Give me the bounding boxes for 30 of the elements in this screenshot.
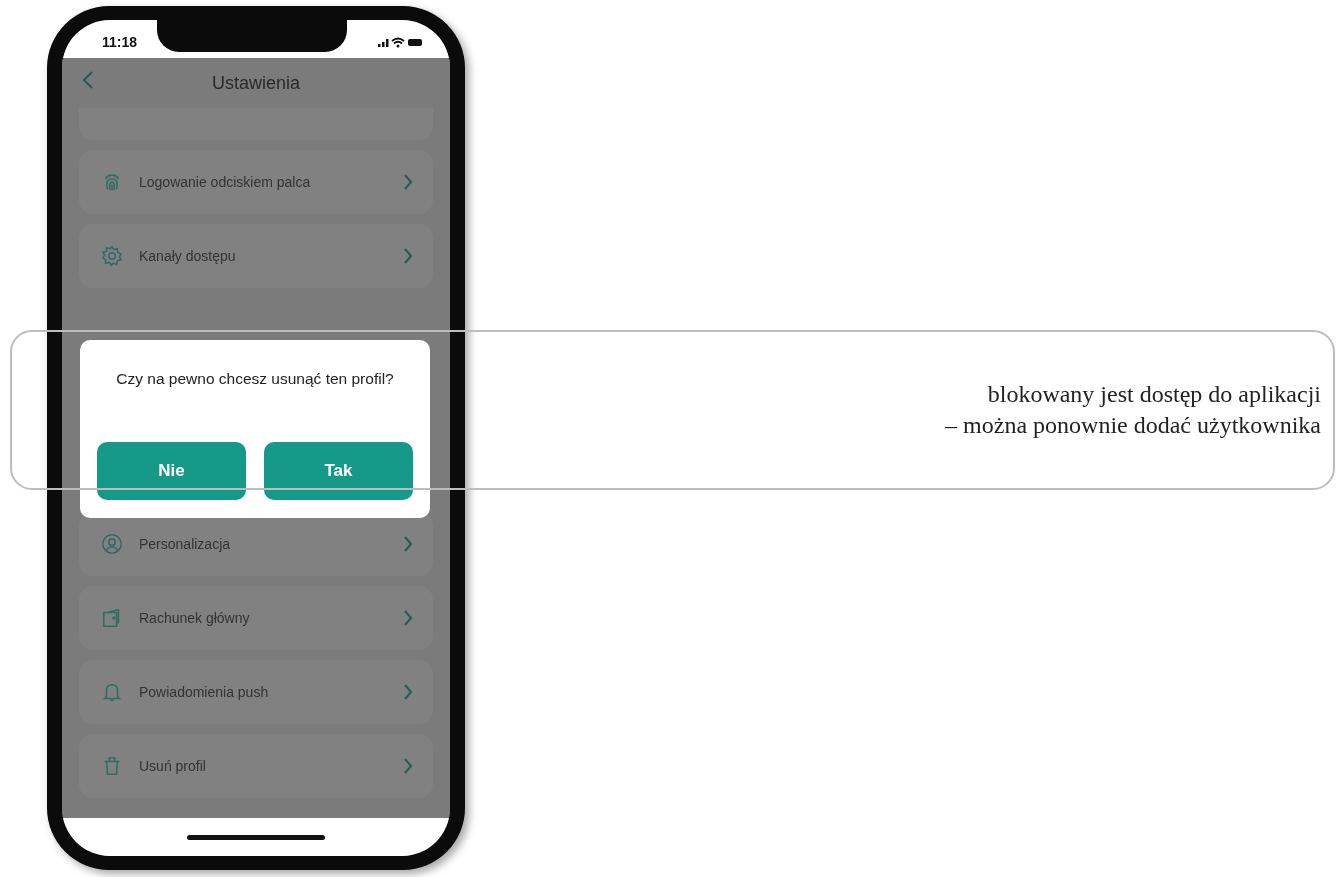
settings-item[interactable]: Powiadomienia push <box>79 660 433 724</box>
bell-icon <box>101 681 123 703</box>
caption-text: blokowany jest dostęp do aplikacji <box>987 379 1321 409</box>
home-indicator[interactable] <box>187 834 325 840</box>
chevron-right-icon <box>403 757 413 775</box>
chevron-right-icon <box>403 247 413 265</box>
chevron-right-icon <box>403 683 413 701</box>
item-label: Logowanie odciskiem palca <box>139 174 312 190</box>
settings-icon <box>101 245 123 267</box>
status-icons <box>378 36 422 48</box>
settings-item[interactable]: Rachunek główny <box>79 586 433 650</box>
settings-item[interactable]: Kanały dostępu <box>79 224 433 288</box>
chevron-right-icon <box>403 173 413 191</box>
settings-item[interactable]: Usuń profil <box>79 734 433 798</box>
chevron-right-icon <box>403 535 413 553</box>
chevron-right-icon <box>403 609 413 627</box>
caption-text: – można ponownie dodać użytkownika <box>945 411 1321 440</box>
item-label: Rachunek główny <box>139 610 251 626</box>
dialog-button[interactable]: Tak <box>264 442 413 500</box>
back-icon[interactable] <box>82 70 94 90</box>
item-label: Powiadomienia push <box>139 684 270 700</box>
status-time: 11:18 <box>102 34 138 50</box>
screen-title: Ustawienia <box>211 72 300 94</box>
settings-item[interactable]: Logowanie odciskiem palca <box>79 150 433 214</box>
dialog-message: Czy na pewno chcesz usunąć ten profil? <box>115 370 395 388</box>
item-label: Usuń profil <box>139 758 207 774</box>
user-icon <box>101 533 123 555</box>
item-label: Kanały dostępu <box>139 248 237 264</box>
item-label: Personalizacja <box>139 536 232 552</box>
dialog-button[interactable]: Nie <box>97 442 246 500</box>
